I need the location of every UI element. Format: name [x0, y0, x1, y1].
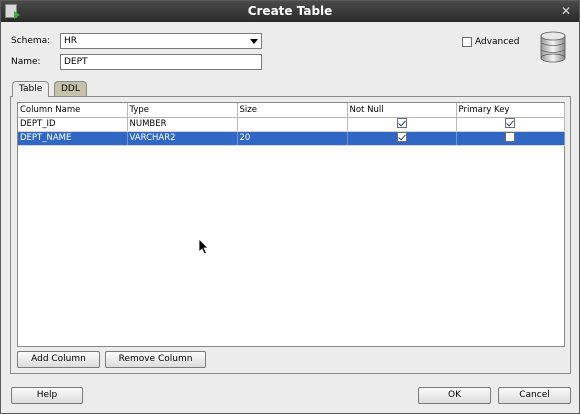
- primary-key-checkbox[interactable]: [505, 131, 515, 142]
- cell-size[interactable]: 20: [237, 131, 348, 146]
- schema-dropdown[interactable]: HR: [60, 33, 262, 49]
- database-icon: [540, 31, 566, 63]
- schema-value: HR: [64, 36, 78, 46]
- name-value: DEPT: [64, 57, 88, 67]
- advanced-label: Advanced: [475, 37, 520, 47]
- not-null-checkbox[interactable]: [396, 131, 407, 142]
- name-field[interactable]: DEPT: [60, 54, 262, 70]
- cell-not-null[interactable]: [347, 131, 457, 146]
- cell-primary-key[interactable]: [456, 117, 565, 132]
- window-title: Create Table: [247, 4, 333, 18]
- cell-size[interactable]: [237, 117, 348, 132]
- not-null-checkbox[interactable]: [396, 117, 407, 128]
- header-size[interactable]: Size: [237, 103, 348, 118]
- table-row[interactable]: DEPT_NAME VARCHAR2 20: [18, 131, 565, 146]
- cancel-label: Cancel: [519, 390, 550, 400]
- help-label: Help: [36, 390, 58, 400]
- table-row[interactable]: DEPT_ID NUMBER: [18, 117, 565, 132]
- tab-ddl-label: DDL: [61, 84, 80, 94]
- header-column-name[interactable]: Column Name: [18, 103, 128, 118]
- tab-table[interactable]: Table: [12, 81, 50, 97]
- tab-ddl[interactable]: DDL: [54, 81, 87, 97]
- remove-column-label: Remove Column: [118, 354, 193, 364]
- ok-label: OK: [448, 390, 461, 400]
- add-column-button[interactable]: Add Column: [17, 351, 100, 368]
- grid-header-row: Column Name Type Size Not Null Primary K…: [18, 103, 565, 118]
- cancel-button[interactable]: Cancel: [498, 387, 571, 404]
- remove-column-button[interactable]: Remove Column: [105, 351, 206, 368]
- primary-key-checkbox[interactable]: [505, 117, 515, 128]
- ok-button[interactable]: OK: [418, 387, 491, 404]
- header-type[interactable]: Type: [127, 103, 238, 118]
- cell-type[interactable]: VARCHAR2: [127, 131, 238, 146]
- tab-table-label: Table: [19, 84, 43, 94]
- cell-column-name[interactable]: DEPT_NAME: [18, 131, 128, 146]
- close-icon[interactable]: ✕: [559, 4, 573, 18]
- app-icon: [5, 4, 20, 19]
- header-primary-key[interactable]: Primary Key: [456, 103, 565, 118]
- header-not-null[interactable]: Not Null: [347, 103, 457, 118]
- help-button[interactable]: Help: [11, 387, 83, 404]
- advanced-option[interactable]: Advanced: [462, 37, 519, 47]
- name-label: Name:: [11, 57, 41, 67]
- chevron-down-icon: [250, 39, 258, 44]
- columns-grid: Column Name Type Size Not Null Primary K…: [17, 102, 565, 347]
- create-table-dialog: Create Table ✕ Schema: HR Name: DEPT Adv…: [0, 0, 580, 414]
- cell-primary-key[interactable]: [456, 131, 565, 146]
- schema-label: Schema:: [11, 36, 51, 46]
- title-bar[interactable]: Create Table ✕: [1, 1, 579, 22]
- mouse-cursor-icon: [199, 239, 209, 255]
- advanced-checkbox[interactable]: [462, 37, 472, 47]
- cell-not-null[interactable]: [347, 117, 457, 132]
- table-tab-panel: Column Name Type Size Not Null Primary K…: [10, 96, 571, 374]
- cell-column-name[interactable]: DEPT_ID: [18, 117, 128, 132]
- add-column-label: Add Column: [31, 354, 86, 364]
- cell-type[interactable]: NUMBER: [127, 117, 238, 132]
